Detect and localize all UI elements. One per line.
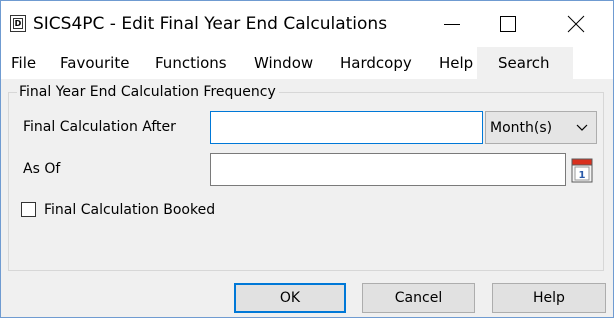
menu-bar: File Favourite Functions Window Hardcopy… [1, 47, 613, 79]
menu-functions[interactable]: Functions [155, 47, 227, 79]
minimize-button[interactable] [429, 1, 475, 47]
maximize-icon [500, 16, 516, 32]
close-button[interactable] [553, 1, 599, 47]
ok-button[interactable]: OK [234, 283, 346, 313]
minimize-icon [444, 24, 460, 25]
cancel-button[interactable]: Cancel [362, 283, 475, 313]
final-calc-after-input[interactable] [210, 111, 483, 144]
unit-select-value: Month(s) [490, 120, 553, 136]
final-calc-booked-label[interactable]: Final Calculation Booked [44, 200, 215, 220]
menu-search[interactable]: Search [498, 47, 550, 79]
final-calc-booked-checkbox[interactable] [21, 202, 36, 217]
menu-favourite[interactable]: Favourite [60, 47, 129, 79]
as-of-label: As Of [23, 161, 61, 177]
calendar-icon: 1 [571, 158, 593, 183]
as-of-input[interactable] [210, 153, 566, 186]
menu-hardcopy[interactable]: Hardcopy [340, 47, 412, 79]
menu-file[interactable]: File [11, 47, 36, 79]
app-icon: D [10, 15, 26, 32]
dialog-window: D SICS4PC - Edit Final Year End Calculat… [0, 0, 614, 318]
final-calc-after-label: Final Calculation After [23, 119, 176, 135]
help-button[interactable]: Help [492, 283, 606, 313]
group-legend: Final Year End Calculation Frequency [17, 82, 279, 102]
calendar-icon-day: 1 [579, 170, 586, 181]
calendar-button[interactable]: 1 [570, 156, 594, 184]
chevron-down-icon [576, 124, 588, 131]
maximize-button[interactable] [485, 1, 531, 47]
menu-help[interactable]: Help [439, 47, 473, 79]
close-icon [567, 15, 585, 33]
window-title: SICS4PC - Edit Final Year End Calculatio… [33, 14, 388, 34]
title-bar[interactable]: D SICS4PC - Edit Final Year End Calculat… [1, 1, 613, 47]
menu-window[interactable]: Window [254, 47, 313, 79]
app-icon-letter: D [13, 18, 23, 29]
unit-select[interactable]: Month(s) [485, 111, 597, 144]
